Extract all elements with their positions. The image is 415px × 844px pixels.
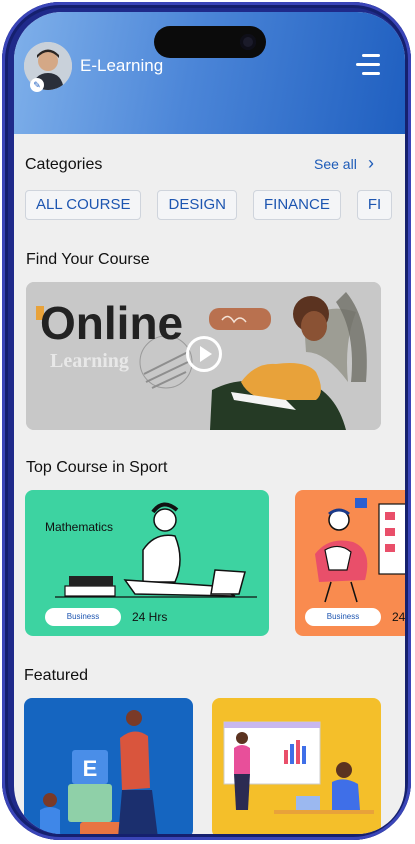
chevron-right-icon[interactable]: › bbox=[368, 153, 374, 174]
find-course-title: Find Your Course bbox=[26, 251, 150, 268]
app-title: E-Learning bbox=[80, 56, 164, 75]
course-duration: 24 Hrs bbox=[132, 610, 168, 624]
play-icon[interactable] bbox=[186, 336, 222, 372]
see-all-link[interactable]: See all bbox=[314, 156, 357, 172]
phone-frame: ✎ E-Learning Categories See all › ALL CO… bbox=[2, 2, 411, 840]
course-video-banner[interactable]: Online Learning bbox=[26, 282, 381, 430]
course-card-second[interactable]: Business 24 bbox=[295, 490, 405, 636]
chip-partial[interactable]: FI bbox=[356, 190, 393, 220]
hamburger-menu-button[interactable] bbox=[356, 52, 382, 76]
chip-design[interactable]: DESIGN bbox=[157, 190, 237, 220]
app-screen: ✎ E-Learning Categories See all › ALL CO… bbox=[14, 12, 405, 834]
chip-all-course[interactable]: ALL COURSE bbox=[25, 190, 142, 220]
categories-title: Categories bbox=[25, 156, 103, 173]
edit-icon[interactable]: ✎ bbox=[30, 78, 44, 92]
tile-letter: E bbox=[83, 756, 98, 781]
course-duration: 24 bbox=[392, 610, 405, 624]
featured-title: Featured bbox=[24, 667, 89, 684]
category-tag: Business bbox=[305, 608, 381, 626]
category-tag: Business bbox=[45, 608, 121, 626]
video-title-learning: Learning bbox=[50, 350, 129, 372]
chip-finance[interactable]: FINANCE bbox=[253, 190, 341, 220]
course-name: Mathematics bbox=[45, 520, 114, 534]
dynamic-island bbox=[154, 26, 266, 58]
camera-icon bbox=[240, 34, 256, 50]
category-chips: ALL COURSE DESIGN FINANCE FI bbox=[25, 190, 405, 220]
course-card-mathematics[interactable]: Mathematics Business 24 Hrs bbox=[25, 490, 269, 636]
top-course-title: Top Course in Sport bbox=[26, 459, 168, 476]
video-title-online: Online bbox=[40, 297, 184, 349]
featured-card-blue[interactable]: E bbox=[24, 698, 193, 834]
featured-card-yellow[interactable] bbox=[212, 698, 381, 834]
